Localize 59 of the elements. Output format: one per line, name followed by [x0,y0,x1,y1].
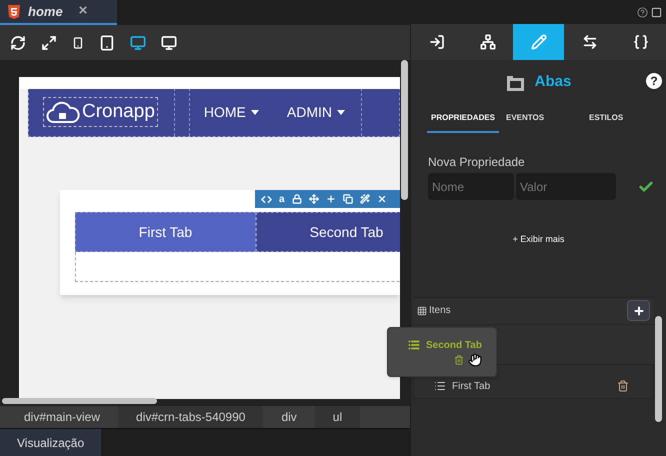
sub-tab[interactable]: ESTILOS [573,104,643,133]
show-more-link[interactable]: + Exibir mais [512,233,564,246]
item-label: First Tab [452,380,490,394]
cloud-icon [46,100,80,124]
check-icon[interactable] [638,178,654,194]
hand-cursor-icon [468,353,482,367]
vertical-scrollbar[interactable] [401,60,408,200]
desktop-icon[interactable] [130,34,146,50]
name-field[interactable]: Nome [428,173,514,200]
window-icon[interactable] [651,6,662,18]
caret-icon [250,110,259,114]
sub-tab[interactable]: PROPRIEDADES [427,104,499,133]
preview-tab[interactable]: Second Tab [256,212,400,252]
monitor-icon[interactable] [161,34,177,50]
move-icon[interactable] [308,194,319,204]
arrows-icon [582,34,598,50]
braces-icon [632,34,648,50]
nav-menu-item[interactable]: ADMIN [286,102,346,122]
add-item-button[interactable] [627,300,650,321]
grid-icon [417,306,427,316]
items-title: Itens [429,304,451,318]
breadcrumb-item[interactable]: div#crn-tabs-540990 [118,406,264,428]
close-icon[interactable] [376,194,387,204]
help-button[interactable]: ? [646,73,662,89]
visualization-tab[interactable]: Visualização [0,429,102,456]
help-icon[interactable] [637,6,648,18]
new-property-label: Nova Propriedade [428,154,526,171]
expand-icon[interactable] [41,34,57,50]
tree-icon [480,34,496,50]
sub-tab[interactable]: EVENTOS [499,104,573,133]
brand-name: Cronapp [82,100,155,124]
tablet-icon[interactable] [99,34,115,50]
text-button[interactable]: a [279,192,285,206]
plus-icon [632,304,644,316]
panel-scrollbar[interactable] [655,316,662,422]
login-icon [428,34,444,50]
caret-icon [337,110,346,114]
list-icon [408,339,420,351]
close-button[interactable]: × [78,0,88,23]
plus-icon[interactable] [326,194,336,204]
nav-menu-item[interactable]: HOME [204,102,259,122]
trash-icon[interactable] [617,380,629,392]
wand-icon[interactable] [360,194,370,204]
refresh-icon[interactable] [10,34,26,50]
code-icon[interactable] [261,194,272,204]
tab-title: home [28,2,63,21]
copy-icon[interactable] [342,194,353,204]
drag-label: Second Tab [426,339,482,353]
value-field[interactable]: Valor [516,173,616,200]
lock-icon[interactable] [292,194,302,204]
preview-tab[interactable]: First Tab [75,212,256,252]
phone-icon[interactable] [72,36,84,48]
html5-icon [8,4,20,18]
component-title: Abas [534,72,572,92]
breadcrumb-item[interactable]: ul [314,406,360,428]
horizontal-scrollbar[interactable] [2,398,157,404]
pencil-icon [530,34,546,50]
editor-tab[interactable]: home × [0,0,117,25]
trash-icon [454,355,464,365]
